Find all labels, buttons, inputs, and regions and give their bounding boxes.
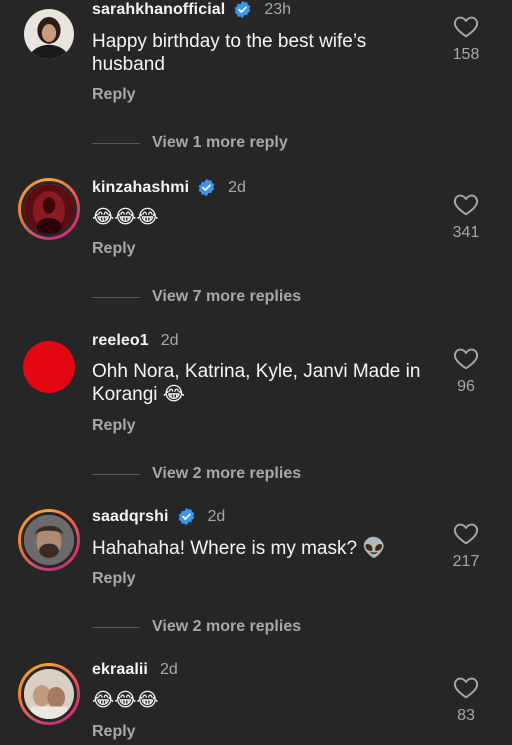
view-more-replies[interactable]: View 7 more replies — [92, 288, 301, 306]
heart-outline-icon — [453, 677, 479, 699]
avatar-image — [24, 184, 74, 234]
comment-username[interactable]: reeleo1 — [92, 332, 149, 350]
comment-text: Hahahaha! Where is my mask? 👽 — [92, 538, 386, 559]
divider-line — [92, 626, 140, 628]
like-count: 341 — [452, 224, 480, 241]
view-more-label: View 2 more replies — [152, 465, 302, 482]
view-more-replies[interactable]: View 1 more reply — [92, 134, 288, 152]
heart-outline-icon — [453, 16, 479, 38]
comment-timestamp: 2d — [228, 178, 246, 196]
avatar-image — [24, 515, 74, 565]
view-more-label: View 2 more replies — [152, 618, 302, 635]
avatar-image — [23, 341, 75, 393]
like-count: 96 — [457, 378, 475, 395]
comment-username[interactable]: ekraalii — [92, 661, 148, 679]
view-more-replies[interactable]: View 2 more replies — [92, 465, 301, 483]
view-more-label: View 7 more replies — [152, 288, 302, 305]
comment-username[interactable]: sarahkhanofficial — [92, 1, 225, 19]
like-button[interactable]: 217 — [446, 521, 486, 571]
comment-text: 😂😂😂 — [92, 689, 159, 711]
view-more-label: View 1 more reply — [152, 134, 288, 151]
like-button[interactable]: 83 — [446, 675, 486, 725]
comment-timestamp: 2d — [159, 661, 178, 678]
comment-text: Happy birthday to the best wife’s husban… — [92, 31, 367, 75]
avatar[interactable] — [18, 336, 80, 398]
comment-username[interactable]: saadqrshi — [92, 508, 169, 526]
comments-feed: sarahkhanofficial 23h Happy birthday to … — [0, 0, 512, 745]
avatar-image — [24, 669, 74, 719]
reply-button[interactable]: Reply — [92, 417, 136, 435]
verified-badge-icon — [234, 0, 251, 19]
like-count: 217 — [452, 553, 480, 570]
comment-timestamp: 2d — [207, 507, 226, 525]
avatar[interactable] — [18, 178, 80, 240]
like-button[interactable]: 96 — [446, 346, 486, 396]
reply-button[interactable]: Reply — [92, 240, 136, 258]
comment-timestamp: 23h — [264, 0, 292, 18]
verified-badge-icon — [198, 178, 215, 197]
verified-badge-icon — [178, 507, 194, 526]
like-button[interactable]: 158 — [446, 14, 486, 64]
heart-outline-icon — [453, 348, 479, 370]
reply-button[interactable]: Reply — [92, 86, 136, 104]
comment-text: Ohh Nora, Katrina, Kyle, Janvi Made in K… — [92, 361, 421, 405]
like-count: 158 — [452, 46, 480, 63]
avatar[interactable] — [18, 3, 80, 65]
avatar[interactable] — [18, 663, 80, 725]
like-button[interactable]: 341 — [446, 192, 486, 242]
heart-outline-icon — [453, 194, 479, 216]
reply-button[interactable]: Reply — [92, 723, 136, 741]
view-more-replies[interactable]: View 2 more replies — [92, 618, 301, 636]
divider-line — [92, 296, 140, 298]
like-count: 83 — [457, 707, 475, 724]
avatar-image — [24, 9, 74, 59]
comment-text: 😂😂😂 — [92, 206, 159, 228]
comment-username[interactable]: kinzahashmi — [92, 179, 189, 197]
divider-line — [92, 142, 140, 144]
heart-outline-icon — [453, 523, 479, 545]
divider-line — [92, 473, 140, 475]
comment-timestamp: 2d — [160, 332, 179, 349]
avatar[interactable] — [18, 509, 80, 571]
reply-button[interactable]: Reply — [92, 570, 136, 588]
